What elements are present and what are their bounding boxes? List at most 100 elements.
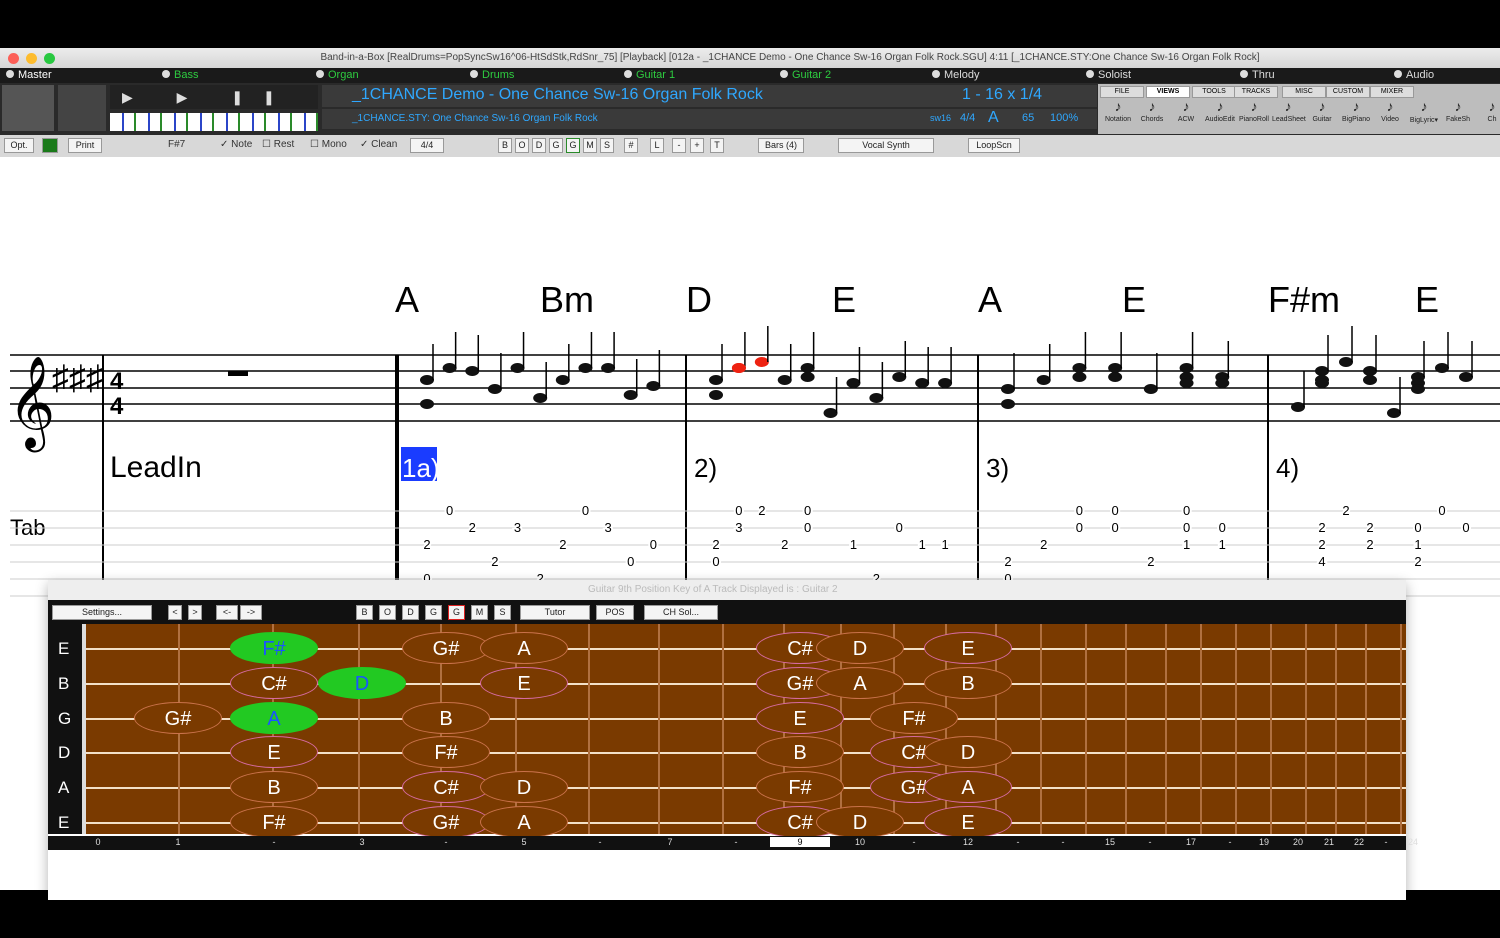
fret-note[interactable]: E [480,667,568,699]
fretboard-track-button[interactable]: M [471,605,488,620]
track-7[interactable]: Soloist [1086,68,1131,83]
fret-note[interactable]: E [756,702,844,734]
fret-note[interactable]: A [816,667,904,699]
fret-note[interactable]: E [230,736,318,768]
track-0[interactable]: Master [6,68,52,83]
note-head[interactable] [892,372,907,382]
note-checkbox[interactable]: Note [231,139,252,150]
note-head[interactable] [601,363,616,373]
chord-symbol[interactable]: F#m [1268,279,1340,320]
fretboard-track-button[interactable]: S [494,605,511,620]
track-letter-button[interactable]: M [583,138,597,153]
zoom-button[interactable] [44,53,55,64]
timesig-field[interactable]: 4/4 [410,138,444,153]
notation-staff[interactable]: 𝄞♯♯♯ 44A Bm D E A E F#m ELeadIn 1a) 2) 3) 4)Tab20022… [0,157,1500,607]
note-head[interactable] [938,378,953,388]
fret-number[interactable]: 24 [1405,837,1421,847]
style-box[interactable]: _1CHANCE.STY: One Chance Sw-16 Organ Fol… [322,109,1097,129]
note-head[interactable] [1339,357,1353,367]
fret-note[interactable]: D [924,736,1012,768]
green-toggle[interactable] [42,138,58,153]
measure-label[interactable]: 1a) [402,453,440,483]
fret-number[interactable]: 7 [662,837,678,847]
fret-number[interactable]: 3 [354,837,370,847]
chord-symbol[interactable]: A [395,279,419,320]
fret-number[interactable]: - [728,837,744,847]
note-head[interactable] [709,390,723,400]
fretboard-button[interactable]: Settings... [52,605,152,620]
track-letter-button[interactable]: O [515,138,529,153]
print-button[interactable]: Print [68,138,102,153]
track-6[interactable]: Melody [932,68,979,83]
fretboard-button[interactable]: -> [240,605,262,620]
fretboard-button[interactable]: > [188,605,202,620]
chord-symbol[interactable]: E [1415,279,1439,320]
fret-number[interactable]: 15 [1102,837,1118,847]
fretboard-tool-button[interactable]: Tutor [520,605,590,620]
fret-number[interactable]: - [1222,837,1238,847]
fretboard-track-button[interactable]: G [425,605,442,620]
clean-checkbox[interactable]: Clean [371,139,397,150]
track-1[interactable]: Bass [162,68,198,83]
note-head[interactable] [465,366,480,376]
fret-number[interactable]: 21 [1321,837,1337,847]
track-3[interactable]: Drums [470,68,514,83]
fret-note[interactable]: A [230,702,318,734]
chord-symbol[interactable]: E [832,279,856,320]
view-tab[interactable]: CUSTOM [1326,86,1370,98]
note-head[interactable] [731,363,746,373]
track-radio[interactable] [1240,70,1248,78]
fret-note[interactable]: D [318,667,406,699]
fret-note[interactable]: G# [402,632,490,664]
fret-note[interactable]: A [924,771,1012,803]
note-head[interactable] [1363,366,1377,376]
mono-checkbox[interactable]: Mono [322,139,347,150]
note-head[interactable] [1291,402,1305,412]
plus-button[interactable]: + [690,138,704,153]
fret-note[interactable]: C# [230,667,318,699]
track-2[interactable]: Organ [316,68,359,83]
fret-number[interactable]: 9 [770,837,830,847]
note-head[interactable] [1179,378,1194,388]
note-head[interactable] [1108,363,1123,373]
note-head[interactable] [578,363,593,373]
fretboard-button[interactable]: <- [216,605,238,620]
track-radio[interactable] [316,70,324,78]
chord-symbol[interactable]: D [686,279,712,320]
view-tab[interactable]: TOOLS [1192,86,1236,98]
fretboard-button[interactable]: < [168,605,182,620]
note-head[interactable] [487,384,502,394]
note-head[interactable] [709,375,723,385]
track-letter-button[interactable]: G [566,138,580,153]
time-signature[interactable]: 4/4 [960,112,975,124]
note-head[interactable] [846,378,861,388]
fret-note[interactable]: D [816,806,904,838]
volume[interactable]: 100% [1050,112,1078,124]
measure-label[interactable]: 2) [694,453,717,483]
note-head[interactable] [442,363,457,373]
fretboard-tool-button[interactable]: POS [596,605,634,620]
note-head[interactable] [555,375,570,385]
chord-symbol[interactable]: E [1122,279,1146,320]
tempo[interactable]: 65 [1022,112,1034,124]
fret-note[interactable]: E [924,632,1012,664]
track-radio[interactable] [780,70,788,78]
fret-note[interactable]: C# [402,771,490,803]
note-head[interactable] [420,399,434,409]
fret-number[interactable]: - [1142,837,1158,847]
opt-button[interactable]: Opt. [4,138,34,153]
chord-symbol[interactable]: Bm [540,279,594,320]
fret-number[interactable]: 22 [1351,837,1367,847]
fret-number[interactable]: 10 [852,837,868,847]
note-head[interactable] [1072,363,1087,373]
track-letter-button[interactable]: B [498,138,512,153]
note-head[interactable] [1315,366,1329,376]
fret-note[interactable]: D [480,771,568,803]
fretboard-track-button[interactable]: O [379,605,396,620]
minus-button[interactable]: - [672,138,686,153]
fret-number[interactable]: - [1378,837,1394,847]
fret-number[interactable]: 1 [170,837,186,847]
fret-number[interactable]: - [266,837,282,847]
transport-controls[interactable]: ▶ ▶ ❚❚ ■ ▭ ● [110,85,318,129]
note-head[interactable] [623,390,638,400]
